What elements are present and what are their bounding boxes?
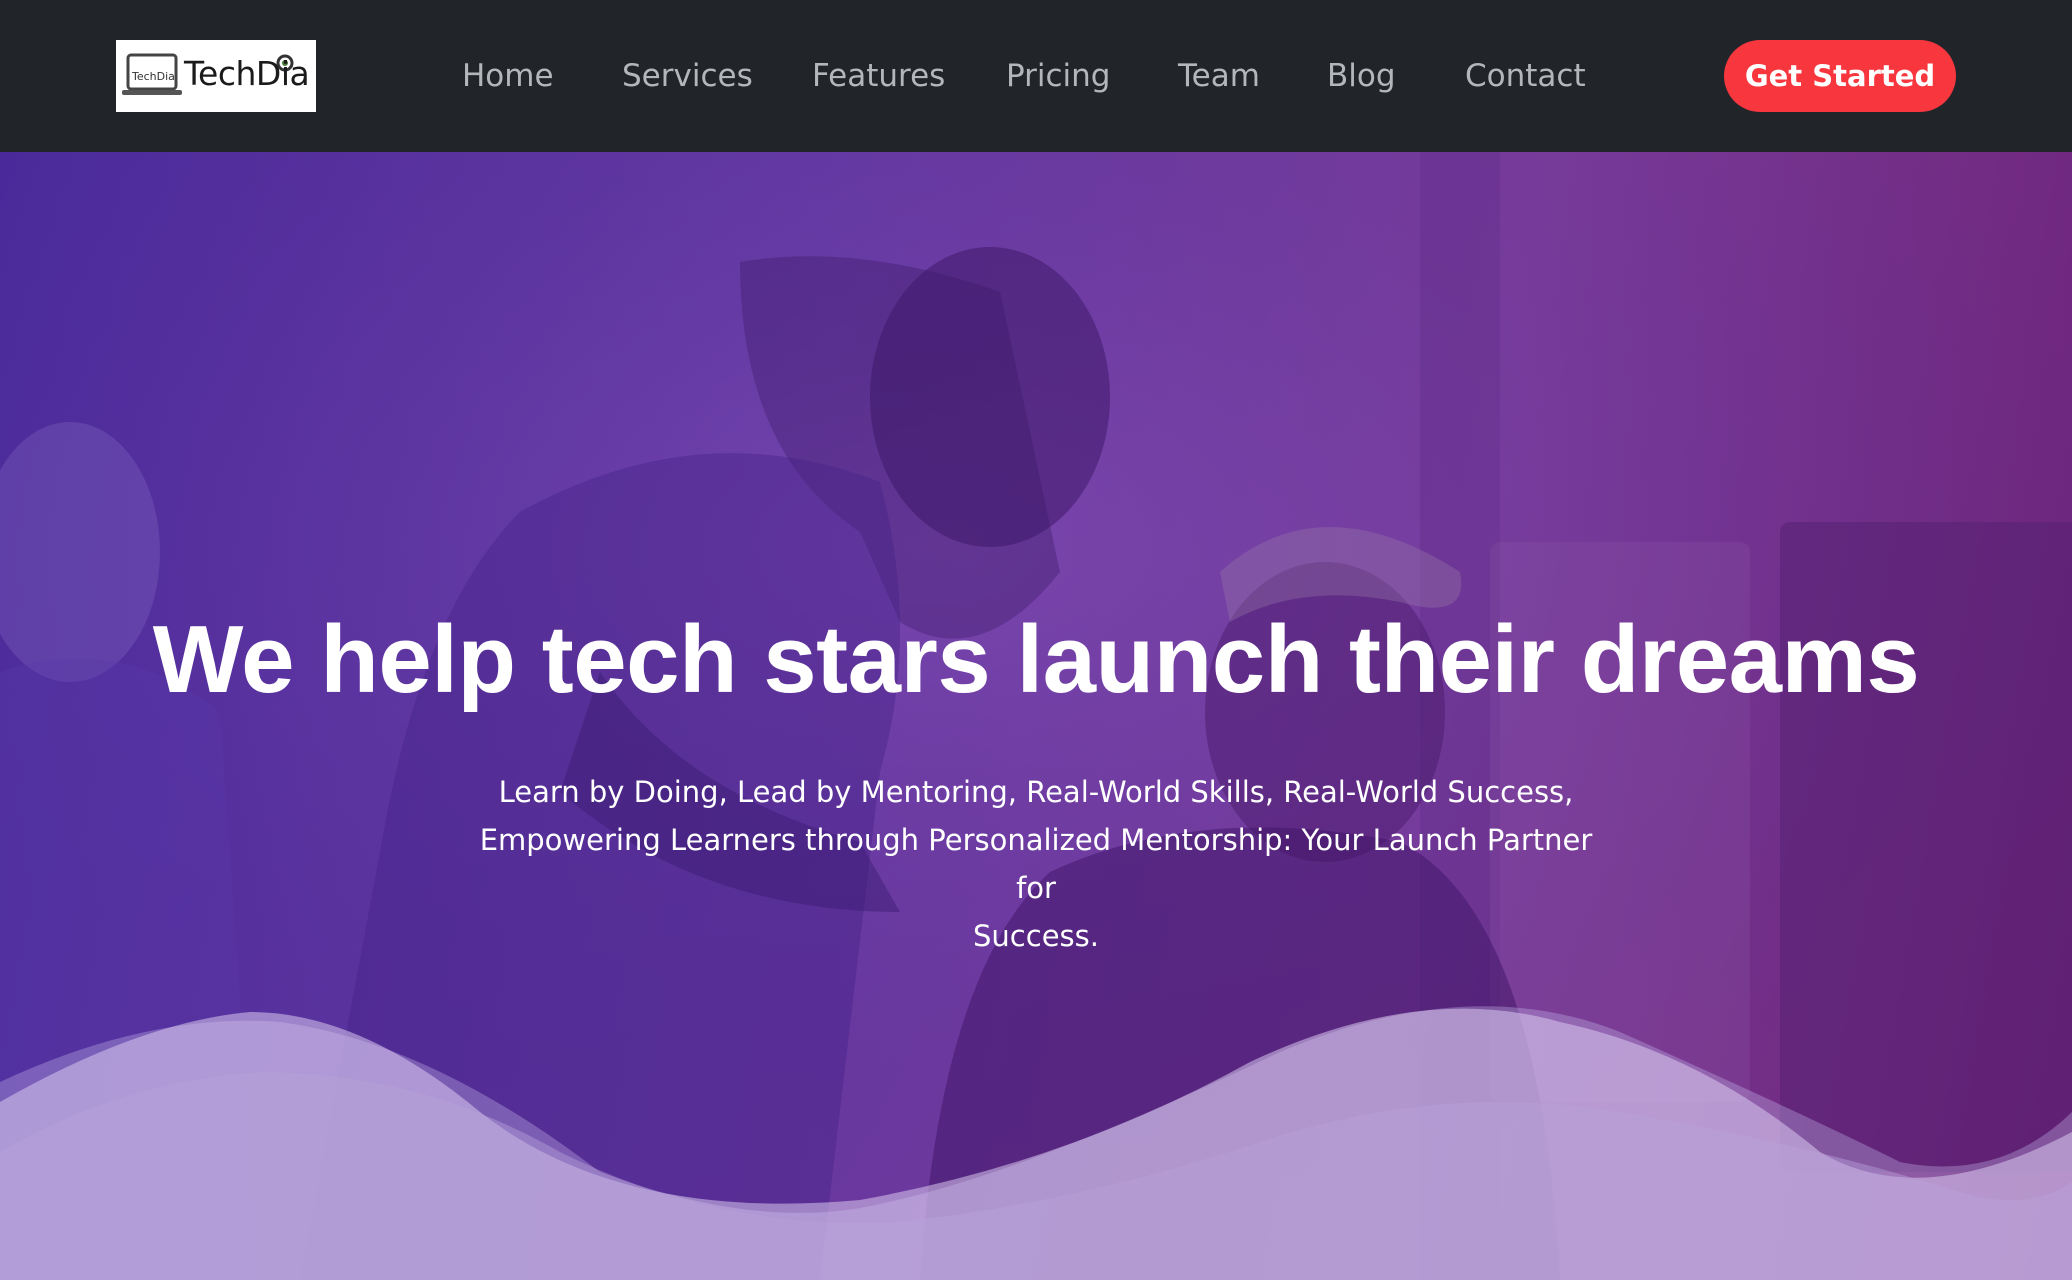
hero-section: We help tech stars launch their dreams L… (0, 152, 2072, 1280)
nav-link-contact[interactable]: Contact (1465, 54, 1586, 98)
nav-link-pricing[interactable]: Pricing (1006, 54, 1111, 98)
nav-link-home[interactable]: Home (462, 54, 554, 98)
nav-link-blog[interactable]: Blog (1327, 54, 1396, 98)
nav-link-features[interactable]: Features (812, 54, 945, 98)
top-navbar: TechDia TechDia Home Services Features P… (0, 0, 2072, 152)
nav-link-team[interactable]: Team (1178, 54, 1260, 98)
nav-link-services[interactable]: Services (622, 54, 753, 98)
get-started-button[interactable]: Get Started (1724, 40, 1956, 112)
hero-wave-decoration (0, 1006, 2072, 1280)
